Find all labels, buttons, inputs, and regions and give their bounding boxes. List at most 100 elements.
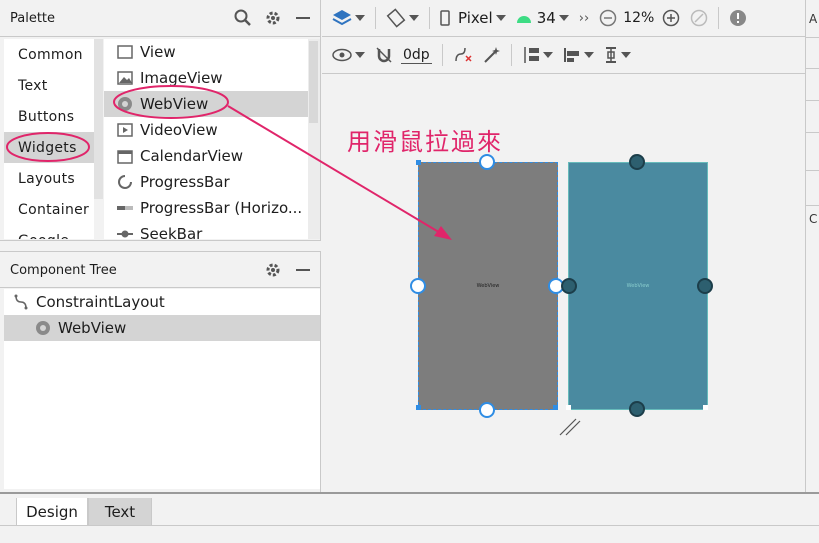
widget-calendarview[interactable]: CalendarView: [104, 143, 308, 169]
category-google[interactable]: Google: [4, 225, 94, 240]
device-selector[interactable]: Pixel: [440, 9, 506, 27]
widget-label: ImageView: [140, 69, 223, 87]
category-layouts[interactable]: Layouts: [4, 163, 94, 194]
guidelines-button[interactable]: [604, 46, 631, 64]
component-tree-header: Component Tree: [0, 253, 321, 288]
widget-label: ProgressBar (Horizo...: [140, 199, 303, 217]
tree-item-label: ConstraintLayout: [36, 293, 165, 311]
pack-button[interactable]: [522, 46, 553, 64]
clear-constraints-button[interactable]: [453, 46, 473, 64]
clear-constraints-icon: [454, 47, 472, 62]
widgets-scrollbar-thumb[interactable]: [309, 41, 318, 123]
zoom-in-icon: [663, 9, 680, 27]
widget-view[interactable]: View: [104, 39, 308, 65]
tab-text[interactable]: Text: [88, 498, 152, 526]
palette-panel: Palette Common Text Buttons Widgets Layo…: [0, 0, 321, 492]
palette-title: Palette: [10, 10, 56, 26]
warning-icon: [730, 10, 747, 26]
blueprint-anchor-bottom[interactable]: [629, 401, 645, 417]
category-common[interactable]: Common: [4, 39, 94, 70]
align-icon: [563, 48, 579, 62]
widget-webview[interactable]: WebView: [104, 91, 308, 117]
widget-seekbar[interactable]: SeekBar: [104, 221, 308, 239]
annotation-text: 用滑鼠拉過來: [347, 128, 503, 156]
autoconnect-toggle[interactable]: [375, 46, 393, 64]
constraint-handle-bottom[interactable]: [479, 402, 495, 418]
gear-icon[interactable]: [261, 6, 285, 30]
zoom-out-button[interactable]: [599, 9, 617, 27]
zoom-level: 12%: [623, 10, 655, 26]
resize-handle[interactable]: [416, 405, 421, 410]
orientation-button[interactable]: [386, 8, 419, 28]
attributes-letter-2: C: [809, 212, 818, 226]
category-widgets[interactable]: Widgets: [4, 132, 94, 163]
view-icon: [116, 43, 134, 61]
view-options-button[interactable]: [332, 48, 365, 62]
rotate-icon: [386, 8, 406, 28]
panel-splitter[interactable]: [0, 240, 321, 252]
widget-progressbar-horizontal[interactable]: ProgressBar (Horizo...: [104, 195, 308, 221]
blueprint-widget-label: WebView: [626, 283, 650, 289]
zoom-fit-button[interactable]: [690, 9, 708, 27]
palette-header: Palette: [0, 0, 321, 37]
default-margin-value: 0dp: [401, 46, 432, 64]
layout-toolbar: 0dp: [322, 37, 805, 74]
palette-widgets: View ImageView WebView VideoView Calenda…: [104, 39, 308, 239]
resize-handle[interactable]: [416, 160, 421, 165]
infer-constraints-button[interactable]: [483, 46, 501, 64]
magic-wand-icon: [483, 47, 500, 63]
constraintlayout-icon: [12, 293, 30, 311]
widget-label: CalendarView: [140, 147, 244, 165]
widget-imageview[interactable]: ImageView: [104, 65, 308, 91]
search-icon[interactable]: [231, 6, 255, 30]
api-level: 34: [536, 9, 556, 27]
resize-grip-icon[interactable]: [558, 413, 584, 439]
category-container[interactable]: Container: [4, 194, 94, 225]
zoom-out-icon: [599, 9, 617, 27]
tree-item-constraintlayout[interactable]: ConstraintLayout: [4, 289, 320, 315]
blueprint-anchor-left[interactable]: [561, 278, 577, 294]
default-margins-selector[interactable]: 0dp: [399, 47, 432, 64]
resize-handle[interactable]: [553, 405, 558, 410]
minimize-icon[interactable]: [291, 258, 315, 282]
align-button[interactable]: [563, 46, 594, 64]
seekbar-icon: [116, 225, 134, 239]
tab-design[interactable]: Design: [16, 498, 88, 526]
design-surface-button[interactable]: [332, 9, 365, 27]
device-name: Pixel: [458, 9, 493, 27]
blueprint-corner: [566, 405, 571, 410]
category-text[interactable]: Text: [4, 70, 94, 101]
zoom-fit-icon: [691, 9, 708, 27]
categories-scrollbar[interactable]: [94, 39, 103, 199]
gear-icon[interactable]: [261, 258, 285, 282]
widget-label: ProgressBar: [140, 173, 230, 191]
widget-label: View: [140, 43, 176, 61]
api-level-selector[interactable]: 34: [516, 9, 569, 27]
component-tree-title: Component Tree: [10, 262, 117, 278]
editor-tab-bar: Design Text: [0, 492, 819, 543]
blueprint-anchor-top[interactable]: [629, 154, 645, 170]
layout-editor: Palette Common Text Buttons Widgets Layo…: [0, 0, 819, 543]
eye-icon: [332, 48, 352, 62]
overflow-chevron-icon[interactable]: ››: [579, 11, 589, 26]
issues-button[interactable]: [729, 9, 747, 27]
layers-icon: [332, 10, 352, 26]
constraint-handle-left[interactable]: [410, 278, 426, 294]
guidelines-icon: [605, 47, 616, 63]
widget-progressbar[interactable]: ProgressBar: [104, 169, 308, 195]
widget-videoview[interactable]: VideoView: [104, 117, 308, 143]
phone-icon: [440, 10, 450, 26]
blueprint-anchor-right[interactable]: [697, 278, 713, 294]
design-preview[interactable]: WebView: [410, 154, 564, 418]
webview-icon: [34, 319, 52, 337]
blueprint-preview[interactable]: WebView: [561, 154, 713, 417]
minimize-icon[interactable]: [291, 6, 315, 30]
progressbar-icon: [116, 173, 134, 191]
zoom-in-button[interactable]: [662, 9, 680, 27]
category-buttons[interactable]: Buttons: [4, 101, 94, 132]
pack-icon: [523, 47, 539, 63]
webview-icon: [116, 95, 134, 113]
tree-item-webview[interactable]: WebView: [4, 315, 320, 341]
widgets-scrollbar[interactable]: [308, 39, 320, 239]
top-toolbar: Pixel 34 ›› 12%: [322, 0, 805, 37]
